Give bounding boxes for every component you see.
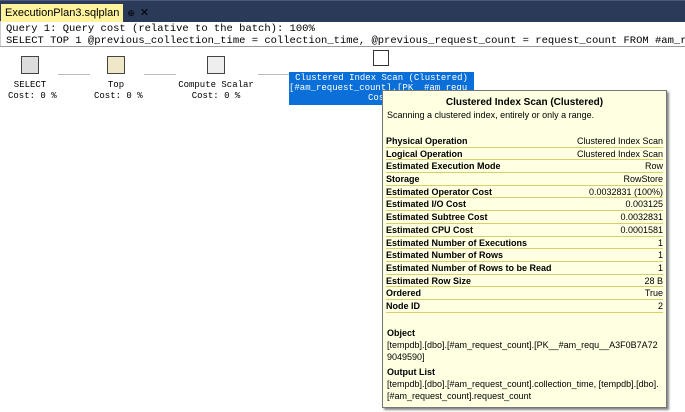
property-value: 2 [657, 300, 663, 311]
property-name: Estimated I/O Cost [386, 199, 467, 210]
property-name: Estimated Subtree Cost [386, 212, 488, 223]
property-row: Logical Operation Clustered Index Scan [386, 148, 663, 161]
node-label: Top [107, 80, 125, 90]
node-label: Clustered Index Scan (Clustered) [295, 73, 468, 83]
flow-arrow [144, 74, 176, 75]
property-row: Estimated I/O Cost 0.003125 [386, 198, 663, 212]
tooltip-properties: Physical Operation Clustered Index Scan Lo… [386, 135, 663, 313]
property-name: Ordered [386, 288, 422, 299]
property-value: 1 [657, 262, 663, 273]
property-value: 0.0032831 (100%) [588, 186, 663, 197]
compute-scalar-icon [207, 56, 225, 74]
query-header: Query 1: Query cost (relative to the bat… [0, 21, 685, 47]
property-value: RowStore [623, 174, 663, 185]
property-row: Physical Operation Clustered Index Scan [386, 135, 663, 148]
object-label: Object [387, 328, 416, 338]
property-name: Estimated Number of Executions [386, 237, 528, 248]
property-name: Estimated Execution Mode [386, 161, 501, 172]
clustered-index-scan-icon[interactable] [370, 50, 392, 72]
property-row: Estimated Number of Rows to be Read 1 [386, 262, 663, 275]
tooltip-description: Scanning a clustered index, entirely or … [387, 110, 595, 120]
property-value: Clustered Index Scan [576, 148, 663, 159]
output-list-section: Output List [tempdb].[dbo].[#am_request_… [387, 366, 662, 402]
pin-icon[interactable]: ⊕ [127, 8, 135, 18]
property-row: Node ID 2 [386, 300, 663, 313]
property-row: Ordered True [386, 287, 663, 300]
property-row: Estimated Number of Executions 1 [386, 237, 663, 250]
plan-node-compute-scalar[interactable]: Compute Scalar Cost: 0 % [176, 56, 256, 102]
close-icon[interactable]: ✕ [140, 7, 149, 19]
property-name: Logical Operation [386, 148, 463, 159]
plan-node-select[interactable]: SELECT Cost: 0 % [8, 56, 57, 102]
tooltip-title: Clustered Index Scan (Clustered) [445, 97, 604, 108]
query-cost-line: Query 1: Query cost (relative to the bat… [6, 23, 315, 35]
property-value: 1 [657, 237, 663, 248]
property-name: Storage [386, 174, 420, 185]
node-label: Compute Scalar [178, 80, 254, 90]
node-cost: Cost: 0 % [8, 91, 57, 101]
property-value: True [644, 288, 663, 299]
property-name: Physical Operation [386, 136, 468, 146]
property-row: Storage RowStore [386, 173, 663, 186]
property-name: Estimated Number of Rows [386, 250, 504, 261]
flow-arrow [58, 74, 90, 75]
operator-tooltip: Clustered Index Scan (Clustered) Scannin… [382, 90, 667, 408]
document-tab-bar: ExecutionPlan3.sqlplan ⊕ ✕ [0, 0, 685, 22]
property-name: Node ID [386, 300, 421, 311]
object-section: Object [tempdb].[dbo].[#am_request_count… [387, 327, 662, 363]
object-value: [tempdb].[dbo].[#am_request_count].[PK__… [387, 340, 658, 362]
top-icon [107, 56, 125, 74]
property-row: Estimated Subtree Cost 0.0032831 [386, 211, 663, 224]
flow-arrow [258, 74, 289, 75]
property-row: Estimated Row Size 28 B [386, 275, 663, 288]
property-value: Clustered Index Scan [576, 136, 663, 146]
query-text-line: SELECT TOP 1 @previous_collection_time =… [6, 35, 685, 47]
index-scan-glyph [373, 50, 389, 66]
select-icon [21, 56, 39, 74]
property-value: 1 [657, 250, 663, 261]
property-row: Estimated Number of Rows 1 [386, 249, 663, 262]
property-row: Estimated Operator Cost 0.0032831 (100%) [386, 186, 663, 199]
property-value: 0.0001581 [620, 224, 663, 235]
tab-title: ExecutionPlan3.sqlplan [5, 7, 120, 19]
node-label: SELECT [13, 80, 47, 90]
property-name: Estimated Number of Rows to be Read [386, 262, 552, 273]
property-value: 0.003125 [625, 199, 663, 210]
property-value: 28 B [644, 275, 663, 286]
property-value: Row [644, 161, 663, 172]
property-name: Estimated Row Size [386, 275, 472, 286]
tab-executionplan3[interactable]: ExecutionPlan3.sqlplan ⊕ ✕ [1, 4, 149, 22]
property-row: Estimated Execution Mode Row [386, 160, 663, 174]
node-cost: Cost: 0 % [191, 91, 241, 101]
property-value: 0.0032831 [620, 212, 663, 223]
output-list-value: [tempdb].[dbo].[#am_request_count].colle… [387, 379, 659, 401]
property-name: Estimated CPU Cost [386, 224, 474, 235]
output-list-label: Output List [387, 367, 435, 377]
property-name: Estimated Operator Cost [386, 186, 493, 197]
property-row: Estimated CPU Cost 0.0001581 [386, 224, 663, 237]
node-cost: Cost: 0 % [94, 91, 143, 101]
plan-node-top[interactable]: Top Cost: 0 % [94, 56, 143, 102]
